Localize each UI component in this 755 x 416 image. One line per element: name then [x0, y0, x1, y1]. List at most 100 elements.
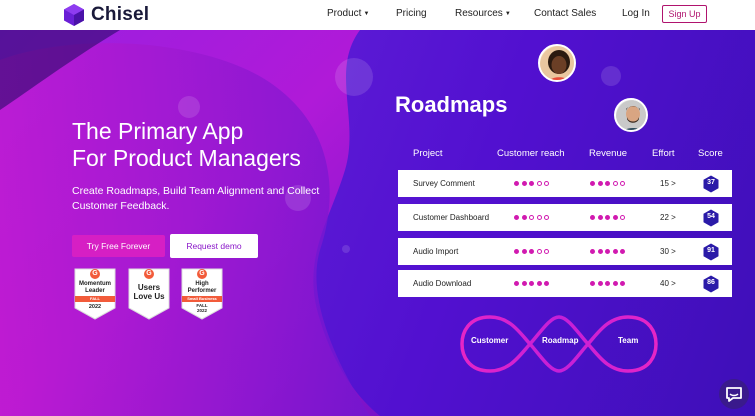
- rating-dot-icon: [612, 281, 618, 286]
- effort-value[interactable]: 22 >: [660, 213, 676, 222]
- headline-line-2: For Product Managers: [72, 145, 301, 171]
- score-value: 91: [707, 247, 715, 254]
- rating-dot-icon: [529, 249, 534, 254]
- rating-dot-icon: [521, 249, 527, 254]
- brand-logo[interactable]: Chisel: [62, 3, 149, 27]
- rating-dot-icon: [544, 215, 549, 220]
- score-badge: 91: [702, 243, 720, 261]
- badge-line: High: [195, 281, 209, 287]
- badge-line: Performer: [187, 288, 217, 294]
- badge-year: 2022: [88, 304, 102, 310]
- rating-dot-icon: [529, 181, 534, 186]
- avatar: [614, 98, 648, 132]
- brand-name: Chisel: [91, 4, 150, 25]
- nav-product-label: Product: [327, 8, 362, 19]
- rating-dot-icon: [529, 281, 534, 286]
- loop-label-team: Team: [618, 336, 639, 345]
- badge-title: Momentum Leader: [74, 281, 116, 295]
- rating-dot-icon: [529, 215, 534, 220]
- top-nav: Chisel Product ▼ Pricing Resources ▼ Conta…: [0, 0, 755, 30]
- nav-contact-sales[interactable]: Contact Sales: [534, 8, 596, 19]
- project-name: Customer Dashboard: [413, 213, 490, 222]
- request-demo-button[interactable]: Request demo: [170, 234, 258, 258]
- rating-dot-icon: [536, 281, 542, 286]
- badge-title: High Performer: [181, 281, 223, 295]
- rating-dot-icon: [521, 181, 527, 186]
- rating-dot-icon: [605, 181, 610, 186]
- rating-dot-icon: [514, 249, 519, 254]
- rating-dot-icon: [612, 249, 618, 254]
- rating-dot-icon: [544, 249, 549, 254]
- table-row[interactable]: Audio Download 40 > 86: [398, 270, 732, 297]
- column-header-project: Project: [413, 148, 443, 159]
- rating-dot-icon: [605, 215, 610, 220]
- score-value: 86: [707, 279, 715, 286]
- rating-dot-icon: [612, 215, 618, 220]
- customer-reach-rating: [514, 181, 549, 187]
- try-free-button[interactable]: Try Free Forever: [72, 235, 165, 257]
- table-row[interactable]: Survey Comment 15 > 37: [398, 170, 732, 197]
- rating-dot-icon: [514, 181, 519, 186]
- badge-year: 2022: [196, 308, 207, 313]
- effort-value[interactable]: 15 >: [660, 179, 676, 188]
- g2-logo-icon: G: [197, 269, 207, 279]
- badge-line: Momentum: [79, 281, 111, 287]
- table-row[interactable]: Audio Import 30 > 91: [398, 238, 732, 265]
- rating-dot-icon: [536, 181, 542, 186]
- rating-dot-icon: [620, 215, 625, 220]
- project-name: Audio Import: [413, 247, 459, 256]
- rating-dot-icon: [620, 249, 625, 254]
- rating-dot-icon: [597, 215, 603, 220]
- nav-login-label: Log In: [622, 8, 650, 19]
- loop-label-customer: Customer: [471, 336, 509, 345]
- project-name: Audio Download: [413, 279, 472, 288]
- rating-dot-icon: [597, 181, 603, 186]
- badge-users-love-us: G Users Love Us: [128, 268, 170, 320]
- score-badge: 37: [702, 175, 720, 193]
- badge-title: Users Love Us: [128, 283, 170, 301]
- nav-login[interactable]: Log In: [622, 8, 650, 19]
- badge-line: Users: [137, 283, 161, 292]
- badge-ribbon: FALL: [75, 296, 115, 302]
- nav-product[interactable]: Product ▼: [327, 8, 369, 19]
- rating-dot-icon: [620, 181, 625, 186]
- rating-dot-icon: [521, 215, 527, 220]
- rating-dot-icon: [536, 249, 542, 254]
- effort-value[interactable]: 40 >: [660, 279, 676, 288]
- badge-line: Leader: [85, 288, 105, 294]
- table-row[interactable]: Customer Dashboard 22 > 54: [398, 204, 732, 231]
- effort-value[interactable]: 30 >: [660, 247, 676, 256]
- rating-dot-icon: [521, 281, 527, 286]
- avatar: [538, 44, 576, 82]
- headline-line-1: The Primary App: [72, 118, 244, 144]
- decorative-bubble: [601, 66, 621, 86]
- rating-dot-icon: [514, 215, 519, 220]
- rating-dot-icon: [544, 281, 549, 286]
- chat-widget-button[interactable]: [719, 379, 749, 409]
- hero-section: The Primary App For Product Managers Cre…: [0, 30, 755, 416]
- rating-dot-icon: [605, 281, 610, 286]
- signup-button[interactable]: Sign Up: [662, 5, 707, 23]
- loop-label-roadmap: Roadmap: [542, 336, 579, 345]
- rating-dot-icon: [620, 281, 625, 286]
- hero-subline: Create Roadmaps, Build Team Alignment an…: [72, 185, 320, 212]
- chat-bubble-icon: [726, 387, 742, 402]
- rating-dot-icon: [590, 215, 595, 220]
- g2-logo-icon: G: [144, 269, 154, 279]
- rating-dot-icon: [536, 215, 542, 220]
- g2-logo-icon: G: [90, 269, 100, 279]
- nav-resources[interactable]: Resources ▼: [455, 8, 511, 19]
- rating-dot-icon: [597, 249, 603, 254]
- customer-reach-rating: [514, 281, 549, 287]
- revenue-rating: [590, 281, 625, 287]
- revenue-rating: [590, 181, 625, 187]
- score-badge: 86: [702, 275, 720, 293]
- hero-headline: The Primary App For Product Managers: [72, 118, 372, 172]
- rating-dot-icon: [514, 281, 519, 286]
- nav-pricing-label: Pricing: [396, 8, 427, 19]
- score-badge: 54: [702, 209, 720, 227]
- column-header-score: Score: [698, 148, 723, 159]
- decorative-bubble: [178, 96, 200, 118]
- score-value: 37: [707, 179, 715, 186]
- nav-pricing[interactable]: Pricing: [396, 8, 427, 19]
